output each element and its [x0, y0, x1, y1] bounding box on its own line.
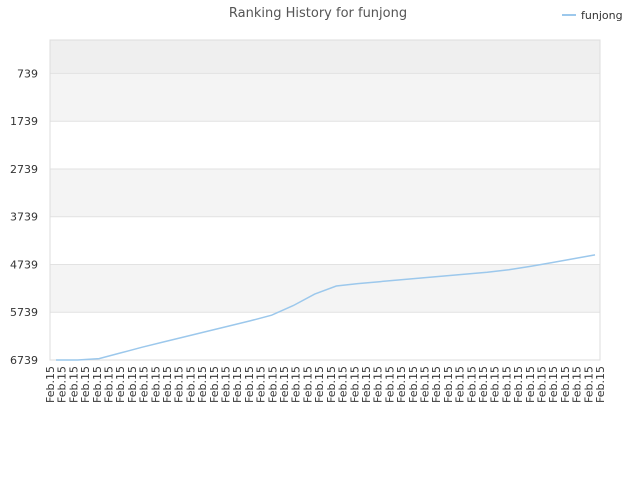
y-tick-label: 1739	[10, 115, 38, 128]
plot-band	[50, 312, 600, 360]
y-tick-label: 6739	[10, 354, 38, 367]
y-tick-label: 4739	[10, 258, 38, 271]
x-axis-ticks: Feb.15Feb.15Feb.15Feb.15Feb.15Feb.15Feb.…	[44, 366, 607, 403]
y-tick-label: 5739	[10, 306, 38, 319]
plot-band	[50, 121, 600, 169]
y-tick-label: 3739	[10, 211, 38, 224]
y-tick-label: 2739	[10, 163, 38, 176]
chart-title: Ranking History for funjong	[229, 6, 407, 21]
plot-band	[50, 40, 600, 74]
plot-band	[50, 73, 600, 122]
y-axis-ticks: 739 1739 2739 3739 4739 5739 6739	[10, 67, 38, 367]
x-tick-label: Feb.15	[594, 366, 607, 403]
plot-band	[50, 216, 600, 265]
plot-band	[50, 168, 600, 217]
chart-svg: 739 1739 2739 3739 4739 5739 6739 Feb.15Feb.15…	[10, 6, 623, 403]
y-tick-label: 739	[17, 67, 38, 80]
plot-band	[50, 264, 600, 313]
legend[interactable]: funjong	[562, 9, 623, 22]
legend-label-funjong: funjong	[581, 9, 623, 22]
